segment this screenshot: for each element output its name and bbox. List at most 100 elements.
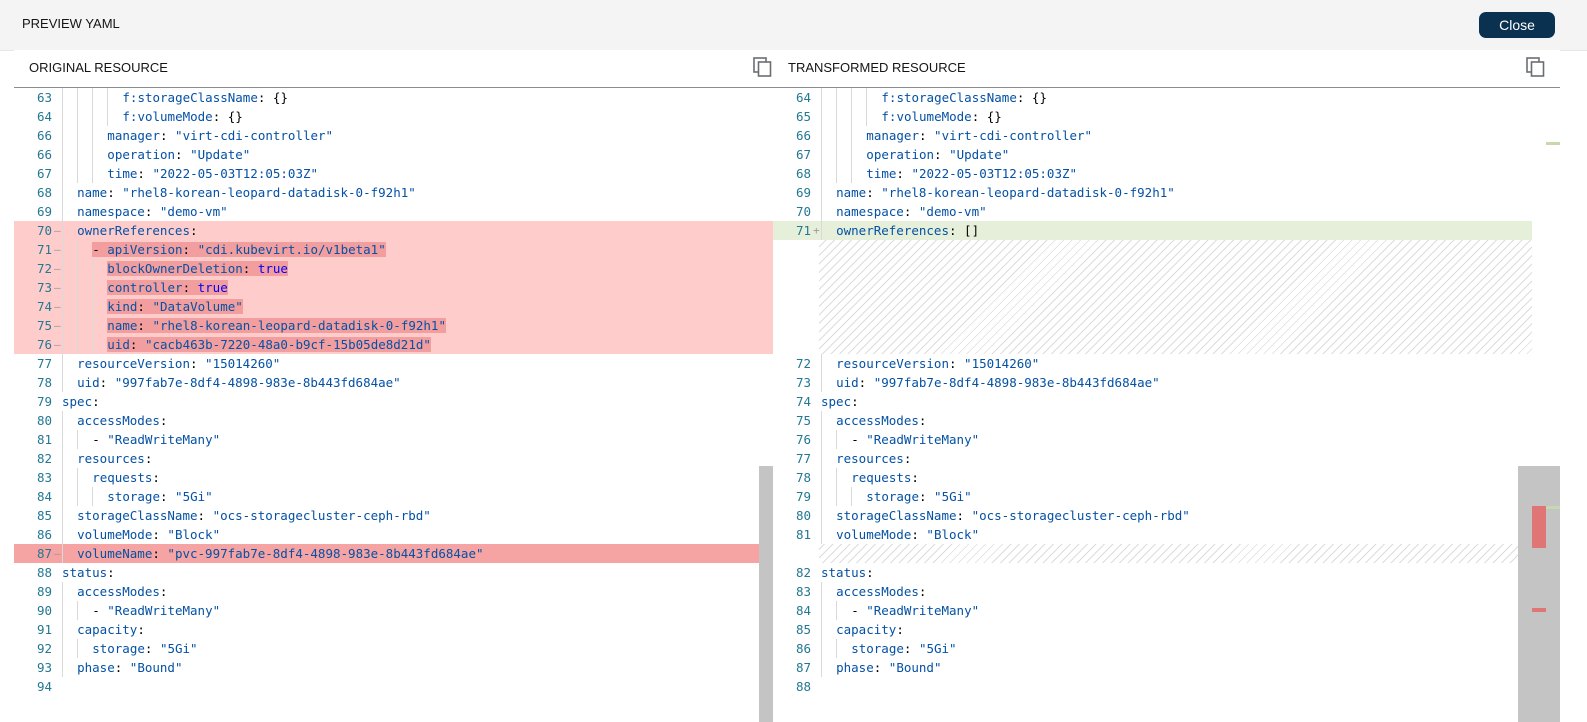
code-text: accessModes: xyxy=(77,584,168,599)
overview-gray-band xyxy=(1532,466,1560,722)
line-number: 84 xyxy=(795,603,811,618)
indent-guide xyxy=(77,107,79,126)
overview-added-mark xyxy=(1546,142,1560,145)
code-text: uid: "997fab7e-8df4-4898-983e-8b443fd684… xyxy=(836,375,1160,390)
line-number: 77 xyxy=(795,451,811,466)
indent-guide xyxy=(62,107,63,126)
line-number: 73 xyxy=(795,375,811,390)
line-number: 71 xyxy=(795,223,811,238)
code-line: 72 resourceVersion: "15014260" xyxy=(773,354,1560,373)
code-text: uid: "cacb463b-7220-48a0-b9cf-15b05de8d2… xyxy=(107,337,431,352)
code-line: 79 spec: xyxy=(14,392,773,411)
code-line: 84 storage: "5Gi" xyxy=(14,487,773,506)
code-text: kind: "DataVolume" xyxy=(107,299,243,314)
code-text: storage: "5Gi" xyxy=(107,489,213,504)
transformed-scrollbar[interactable] xyxy=(1518,466,1532,722)
indent-guide xyxy=(821,183,822,202)
line-number: 67 xyxy=(36,166,52,181)
code-line: 77 resources: xyxy=(773,449,1560,468)
code-text: requests: xyxy=(851,470,919,485)
diff-filler xyxy=(819,240,1560,354)
indent-guide xyxy=(62,620,63,639)
code-line: 71— - apiVersion: "cdi.kubevirt.io/v1beta… xyxy=(14,240,773,259)
code-line: 93 phase: "Bound" xyxy=(14,658,773,677)
indent-guide xyxy=(62,525,63,544)
indent-guide xyxy=(77,145,79,164)
line-number: 79 xyxy=(795,489,811,504)
indent-guide xyxy=(821,145,822,164)
indent-guide xyxy=(836,126,838,145)
code-text: accessModes: xyxy=(77,413,168,428)
indent-guide xyxy=(821,487,822,506)
code-text: storage: "5Gi" xyxy=(866,489,972,504)
code-text: status: xyxy=(62,565,115,580)
original-scrollbar[interactable] xyxy=(759,466,773,722)
close-button[interactable]: Close xyxy=(1479,12,1555,38)
indent-guide xyxy=(62,278,63,297)
indent-guide xyxy=(836,430,838,449)
copy-icon[interactable] xyxy=(1525,56,1547,78)
code-line: 75— name: "rhel8-korean-leopard-datadisk-… xyxy=(14,316,773,335)
indent-guide xyxy=(821,639,822,658)
indent-guide xyxy=(836,145,838,164)
indent-guide xyxy=(836,639,838,658)
indent-guide xyxy=(77,88,79,107)
code-text: storage: "5Gi" xyxy=(92,641,198,656)
page-title: PREVIEW YAML xyxy=(22,16,120,31)
code-text: - apiVersion: "cdi.kubevirt.io/v1beta1" xyxy=(92,242,386,257)
line-number: 86 xyxy=(36,527,52,542)
overview-ruler[interactable] xyxy=(1532,88,1560,722)
code-text: f:storageClassName: {} xyxy=(122,90,288,105)
indent-guide xyxy=(821,449,822,468)
original-editor[interactable]: 63 f:storageClassName: {} 64 f:volumeMode: … xyxy=(14,88,773,722)
code-text: - "ReadWriteMany" xyxy=(92,603,221,618)
code-text: volumeMode: "Block" xyxy=(836,527,980,542)
line-number: 75 xyxy=(36,318,52,333)
code-line: 92 storage: "5Gi" xyxy=(14,639,773,658)
line-number: 79 xyxy=(36,394,52,409)
indent-guide xyxy=(821,430,822,449)
line-number: 70 xyxy=(795,204,811,219)
code-line: 77 resourceVersion: "15014260" xyxy=(14,354,773,373)
line-number: 86 xyxy=(795,641,811,656)
code-line: 75 accessModes: xyxy=(773,411,1560,430)
code-text: phase: "Bound" xyxy=(836,660,942,675)
diff-marker: — xyxy=(54,338,61,351)
copy-icon[interactable] xyxy=(752,56,774,78)
indent-guide xyxy=(851,487,853,506)
indent-guide xyxy=(92,316,94,335)
code-text: phase: "Bound" xyxy=(77,660,183,675)
indent-guide xyxy=(107,107,109,126)
transformed-editor[interactable]: 64 f:storageClassName: {} 65 f:volumeMode: … xyxy=(773,88,1560,722)
indent-guide xyxy=(821,164,822,183)
line-number: 82 xyxy=(795,565,811,580)
code-line: 68 time: "2022-05-03T12:05:03Z" xyxy=(773,164,1560,183)
indent-guide xyxy=(821,620,822,639)
line-number: 87 xyxy=(36,546,52,561)
line-number: 78 xyxy=(36,375,52,390)
line-number: 92 xyxy=(36,641,52,656)
line-number: 66 xyxy=(795,128,811,143)
indent-guide xyxy=(62,487,63,506)
line-number: 76 xyxy=(795,432,811,447)
code-line: 87— volumeName: "pvc-997fab7e-8df4-4898-9… xyxy=(14,544,773,563)
code-text: resources: xyxy=(77,451,153,466)
indent-guide xyxy=(62,126,63,145)
code-line: 83 requests: xyxy=(14,468,773,487)
indent-guide xyxy=(851,126,853,145)
overview-removed-mark xyxy=(1532,608,1546,612)
code-line: 82 status: xyxy=(773,563,1560,582)
code-text: resourceVersion: "15014260" xyxy=(836,356,1040,371)
overview-removed-mark xyxy=(1532,506,1546,548)
indent-guide xyxy=(821,202,822,221)
code-line: 64 f:storageClassName: {} xyxy=(773,88,1560,107)
code-line: 81 volumeMode: "Block" xyxy=(773,525,1560,544)
indent-guide xyxy=(62,430,63,449)
diff-marker: — xyxy=(54,300,61,313)
indent-guide xyxy=(821,354,822,373)
indent-guide xyxy=(62,373,63,392)
code-line: 73— controller: true xyxy=(14,278,773,297)
indent-guide xyxy=(62,354,63,373)
code-line: 67 time: "2022-05-03T12:05:03Z" xyxy=(14,164,773,183)
line-number: 69 xyxy=(36,204,52,219)
